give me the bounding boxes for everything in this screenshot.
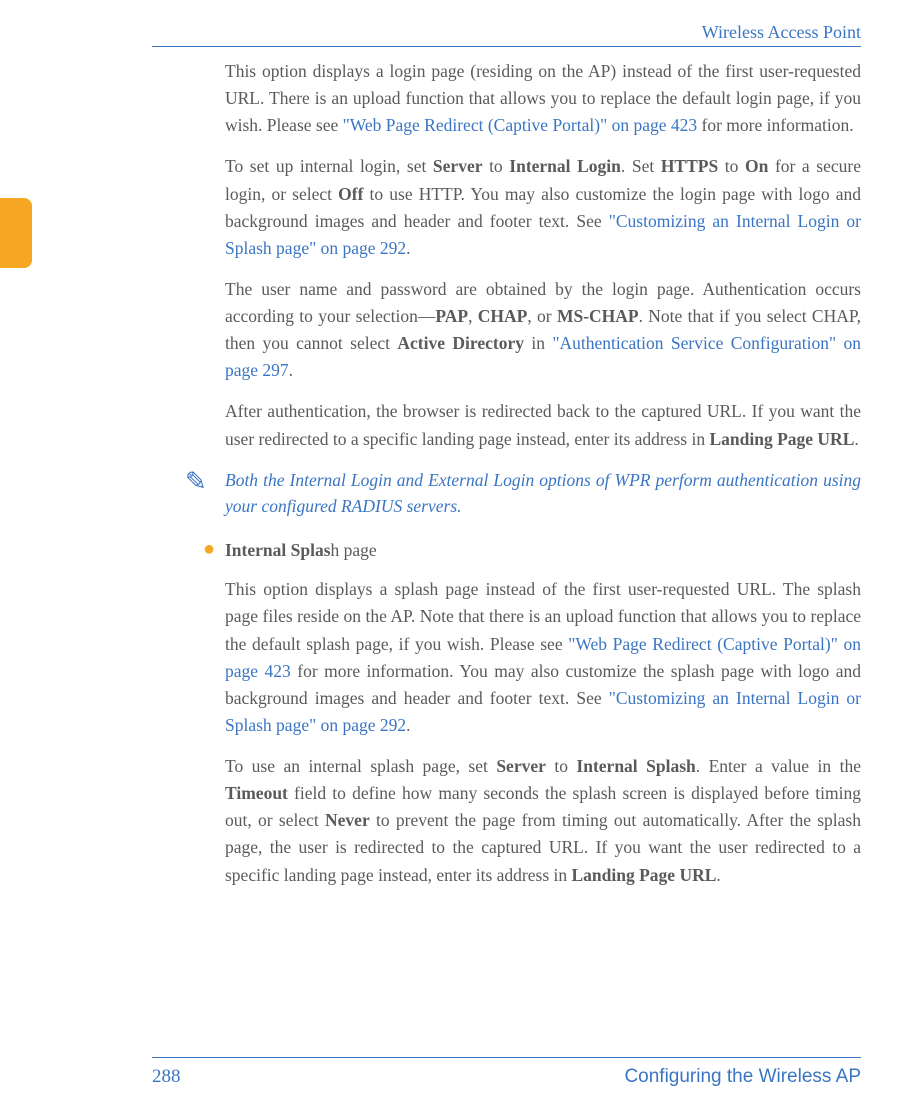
- term: Landing Page URL: [572, 865, 717, 885]
- running-header: Wireless Access Point: [702, 22, 861, 43]
- text: .: [716, 865, 720, 885]
- text: in: [524, 333, 552, 353]
- term: Active Directory: [397, 333, 524, 353]
- term: Landing Page URL: [709, 429, 854, 449]
- term: HTTPS: [661, 156, 718, 176]
- text: h page: [331, 540, 377, 560]
- bullet-icon: ●: [203, 537, 225, 561]
- text: . Enter a value in the: [696, 756, 861, 776]
- text: for more information.: [697, 115, 853, 135]
- paragraph: This option displays a splash page inste…: [225, 576, 861, 739]
- cross-ref-link[interactable]: "Web Page Redirect (Captive Portal)" on …: [343, 115, 698, 135]
- text: To use an internal splash page, set: [225, 756, 496, 776]
- term: Server: [433, 156, 483, 176]
- text: to: [546, 756, 577, 776]
- paragraph: After authentication, the browser is red…: [225, 398, 861, 452]
- text: .: [854, 429, 858, 449]
- paragraph: The user name and password are obtained …: [225, 276, 861, 385]
- bullet-item: ● Internal Splash page: [203, 537, 861, 564]
- text: to: [482, 156, 509, 176]
- text: .: [289, 360, 293, 380]
- term: Server: [496, 756, 546, 776]
- page: Wireless Access Point This option displa…: [0, 0, 901, 1114]
- paragraph: To use an internal splash page, set Serv…: [225, 753, 861, 889]
- term: CHAP: [478, 306, 528, 326]
- bullet-label: Internal Splash page: [225, 537, 861, 564]
- text: ,: [468, 306, 478, 326]
- term: Internal Splas: [225, 540, 331, 560]
- term: Timeout: [225, 783, 288, 803]
- header-rule: [152, 46, 861, 47]
- term: Never: [325, 810, 370, 830]
- term: Off: [338, 184, 363, 204]
- paragraph: This option displays a login page (resid…: [225, 58, 861, 139]
- text: To set up internal login, set: [225, 156, 433, 176]
- section-tab: [0, 198, 32, 268]
- note-icon: ✎: [185, 467, 225, 495]
- text: to: [718, 156, 745, 176]
- paragraph: To set up internal login, set Server to …: [225, 153, 861, 262]
- text: .: [406, 715, 410, 735]
- text: . Set: [621, 156, 661, 176]
- section-title: Configuring the Wireless AP: [624, 1066, 861, 1088]
- term: PAP: [435, 306, 468, 326]
- body-content: This option displays a login page (resid…: [225, 58, 861, 1024]
- text: .: [406, 238, 410, 258]
- note-text: Both the Internal Login and External Log…: [225, 467, 861, 520]
- term: MS-CHAP: [557, 306, 639, 326]
- term: On: [745, 156, 768, 176]
- note-block: ✎ Both the Internal Login and External L…: [185, 467, 861, 520]
- page-number: 288: [152, 1066, 181, 1088]
- term: Internal Splash: [576, 756, 695, 776]
- footer-rule: [152, 1057, 861, 1058]
- term: Internal Login: [509, 156, 621, 176]
- text: , or: [527, 306, 557, 326]
